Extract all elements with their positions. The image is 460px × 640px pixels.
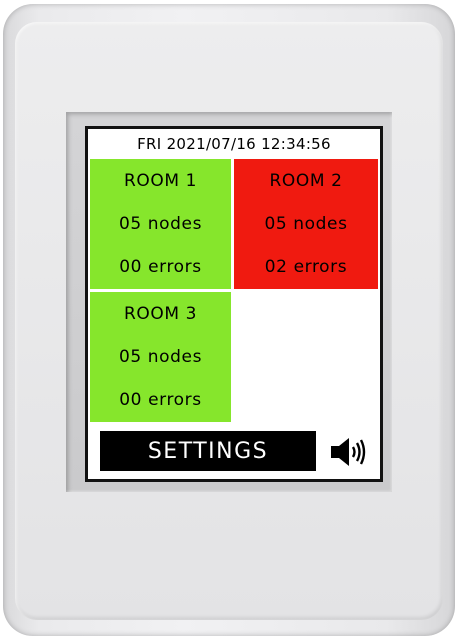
room-nodes: 05 nodes (264, 214, 348, 234)
speaker-volume-icon (331, 438, 366, 466)
room-name: ROOM 2 (269, 171, 343, 191)
room-3-tile[interactable]: ROOM 3 05 nodes 00 errors (90, 292, 231, 422)
room-name: ROOM 1 (123, 171, 198, 191)
room-2-tile[interactable]: ROOM 2 05 nodes 02 errors (234, 159, 378, 289)
room-errors: 00 errors (119, 390, 202, 410)
touch-screen: FRI 2021/07/16 12:34:56 ROOM 1 05 nodes … (85, 126, 383, 482)
room-nodes: 05 nodes (118, 214, 203, 234)
room-nodes: 05 nodes (118, 347, 203, 367)
datetime-status: FRI 2021/07/16 12:34:56 (137, 135, 331, 153)
room-1-tile[interactable]: ROOM 1 05 nodes 00 errors (90, 159, 231, 289)
room-errors: 00 errors (119, 257, 202, 277)
room-errors: 02 errors (264, 257, 348, 277)
room-name: ROOM 3 (123, 304, 198, 324)
speaker-button[interactable] (328, 435, 368, 469)
settings-button[interactable]: SETTINGS (100, 431, 316, 471)
